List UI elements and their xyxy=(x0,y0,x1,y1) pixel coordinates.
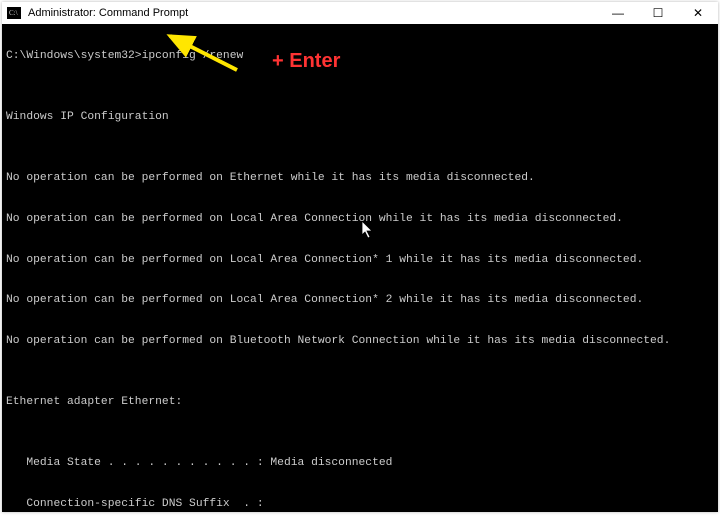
titlebar[interactable]: C:\ Administrator: Command Prompt — ☐ ✕ xyxy=(2,2,718,24)
close-button[interactable]: ✕ xyxy=(678,2,718,24)
noop-line: No operation can be performed on Etherne… xyxy=(6,168,714,188)
noop-line: No operation can be performed on Local A… xyxy=(6,250,714,270)
window-title: Administrator: Command Prompt xyxy=(28,7,188,19)
svg-text:C:\: C:\ xyxy=(9,9,18,17)
adapter-header: Ethernet adapter Ethernet: xyxy=(6,392,714,412)
ipconfig-header: Windows IP Configuration xyxy=(6,107,714,127)
prompt-line: C:\Windows\system32>ipconfig /renew xyxy=(6,46,714,66)
media-state-line: Media State . . . . . . . . . . . : Medi… xyxy=(6,453,714,473)
noop-line: No operation can be performed on Bluetoo… xyxy=(6,331,714,351)
minimize-button[interactable]: — xyxy=(598,2,638,24)
cmd-window: C:\ Administrator: Command Prompt — ☐ ✕ … xyxy=(2,2,718,512)
maximize-button[interactable]: ☐ xyxy=(638,2,678,24)
noop-line: No operation can be performed on Local A… xyxy=(6,290,714,310)
noop-line: No operation can be performed on Local A… xyxy=(6,209,714,229)
terminal-output[interactable]: C:\Windows\system32>ipconfig /renew Wind… xyxy=(2,24,718,512)
dns-suffix-line: Connection-specific DNS Suffix . : xyxy=(6,494,714,512)
cmd-icon: C:\ xyxy=(6,5,22,21)
